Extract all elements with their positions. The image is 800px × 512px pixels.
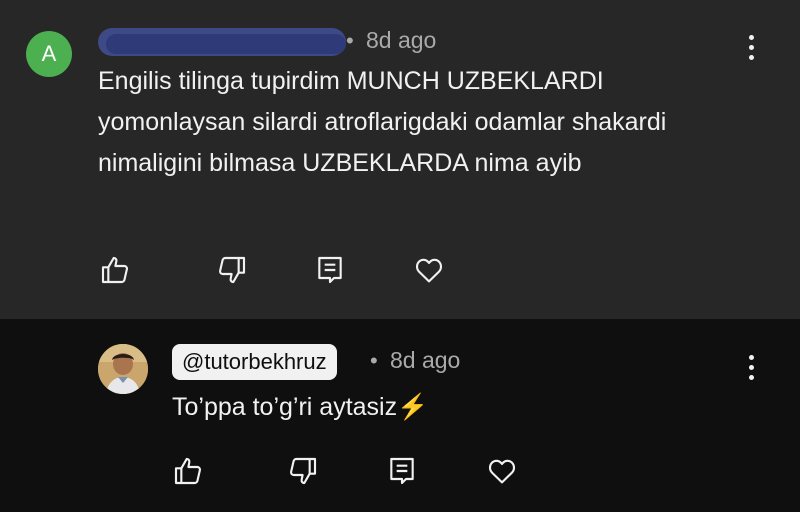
author-handle[interactable]: @tutorbekhruz <box>172 344 337 380</box>
thumbs-down-icon[interactable] <box>216 254 248 286</box>
comment-meta: • 8d ago <box>98 26 458 56</box>
avatar[interactable]: A <box>26 31 72 77</box>
comment-text: Engilis tilinga tupirdim MUNCH UZBEKLARD… <box>98 67 667 177</box>
comment-2: @tutorbekhruz • 8d ago To’ppa to’g’ri ay… <box>0 319 800 512</box>
comment-text-body: To’ppa to’g’ri aytasiz <box>172 393 398 421</box>
redacted-username <box>98 28 346 56</box>
thumbs-down-icon[interactable] <box>287 455 319 487</box>
reply-icon[interactable] <box>386 455 418 487</box>
thumbs-up-icon[interactable] <box>172 455 204 487</box>
separator-dot: • <box>370 348 378 373</box>
separator-dot: • <box>346 28 354 53</box>
reply-icon[interactable] <box>314 254 346 286</box>
timestamp[interactable]: 8d ago <box>390 347 460 374</box>
redaction-scribble <box>106 34 346 54</box>
lightning-emoji: ⚡ <box>397 393 429 421</box>
comment-text: To’ppa to’g’ri aytasiz⚡ <box>172 387 428 428</box>
thumbs-up-icon[interactable] <box>99 254 131 286</box>
heart-icon[interactable] <box>486 455 518 487</box>
more-vertical-icon[interactable] <box>746 35 756 63</box>
more-vertical-icon[interactable] <box>746 355 756 383</box>
timestamp[interactable]: 8d ago <box>366 27 436 54</box>
heart-icon[interactable] <box>413 254 445 286</box>
avatar[interactable] <box>98 344 148 394</box>
comment-1: A • 8d ago Engilis tilinga tupirdim MUNC… <box>0 0 800 319</box>
